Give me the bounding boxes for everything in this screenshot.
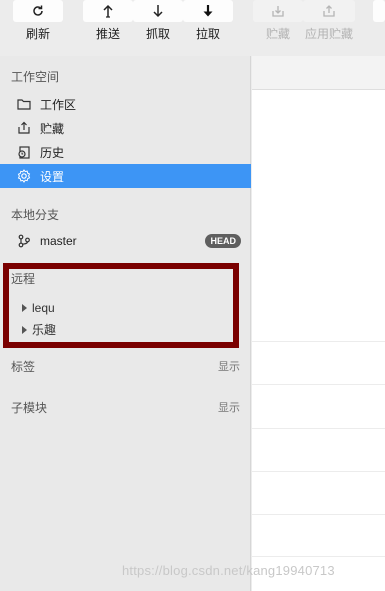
sidebar-item-history-label: 历史 — [40, 145, 65, 160]
row-divider — [252, 341, 385, 342]
tags-show-link[interactable]: 显示 — [218, 358, 240, 374]
tags-section-title: 标签 — [11, 360, 36, 374]
main-content — [252, 56, 385, 591]
watermark: https://blog.csdn.net/kang19940713 — [122, 563, 335, 578]
branch-item-master[interactable]: master HEAD — [0, 229, 251, 253]
branches-section-title: 本地分支 — [11, 208, 60, 222]
row-divider — [252, 384, 385, 385]
folder-icon — [16, 96, 32, 112]
row-divider — [252, 471, 385, 472]
pull-button[interactable]: 拉取 — [183, 0, 233, 44]
head-badge: HEAD — [205, 234, 241, 248]
push-icon — [101, 3, 115, 19]
stash-button[interactable]: 贮藏 — [253, 0, 303, 44]
sidebar-item-history[interactable]: 历史 — [0, 140, 251, 164]
main-header — [252, 56, 385, 90]
refresh-icon — [31, 4, 45, 18]
more-button[interactable] — [373, 0, 385, 44]
sidebar-item-stash-label: 贮藏 — [40, 121, 65, 136]
sidebar-item-workspace[interactable]: 工作区 — [0, 92, 251, 116]
apply-stash-label: 应用贮藏 — [304, 27, 353, 41]
workspace-section-title: 工作空间 — [11, 70, 60, 84]
row-divider — [252, 514, 385, 515]
refresh-label: 刷新 — [25, 27, 50, 41]
submodules-show-link[interactable]: 显示 — [218, 399, 240, 415]
fetch-button[interactable]: 抓取 — [133, 0, 183, 44]
sidebar-item-settings[interactable]: 设置 — [0, 164, 251, 188]
stash-label: 贮藏 — [265, 27, 290, 41]
branch-name: master — [40, 234, 77, 248]
fetch-icon — [151, 3, 165, 19]
apply-stash-button[interactable]: 应用贮藏 — [303, 0, 355, 44]
push-button[interactable]: 推送 — [83, 0, 133, 44]
gear-icon — [16, 168, 32, 184]
stash-icon — [271, 4, 285, 18]
pull-label: 拉取 — [195, 27, 220, 41]
branch-icon — [16, 233, 32, 249]
stash-box-icon — [16, 120, 32, 136]
fetch-label: 抓取 — [145, 27, 170, 41]
row-divider — [252, 428, 385, 429]
remotes-highlight-box — [3, 263, 239, 348]
refresh-button[interactable]: 刷新 — [13, 0, 63, 44]
toolbar: 刷新 推送 抓取 拉取 贮藏 应用贮藏 — [0, 0, 385, 48]
sidebar-item-settings-label: 设置 — [40, 169, 65, 184]
push-label: 推送 — [95, 27, 120, 41]
sidebar-item-stash[interactable]: 贮藏 — [0, 116, 251, 140]
submodules-section-title: 子模块 — [11, 401, 48, 415]
history-icon — [16, 144, 32, 160]
row-divider — [252, 556, 385, 557]
apply-stash-icon — [322, 4, 336, 18]
pull-icon — [201, 3, 215, 19]
sidebar-item-workspace-label: 工作区 — [40, 97, 77, 112]
